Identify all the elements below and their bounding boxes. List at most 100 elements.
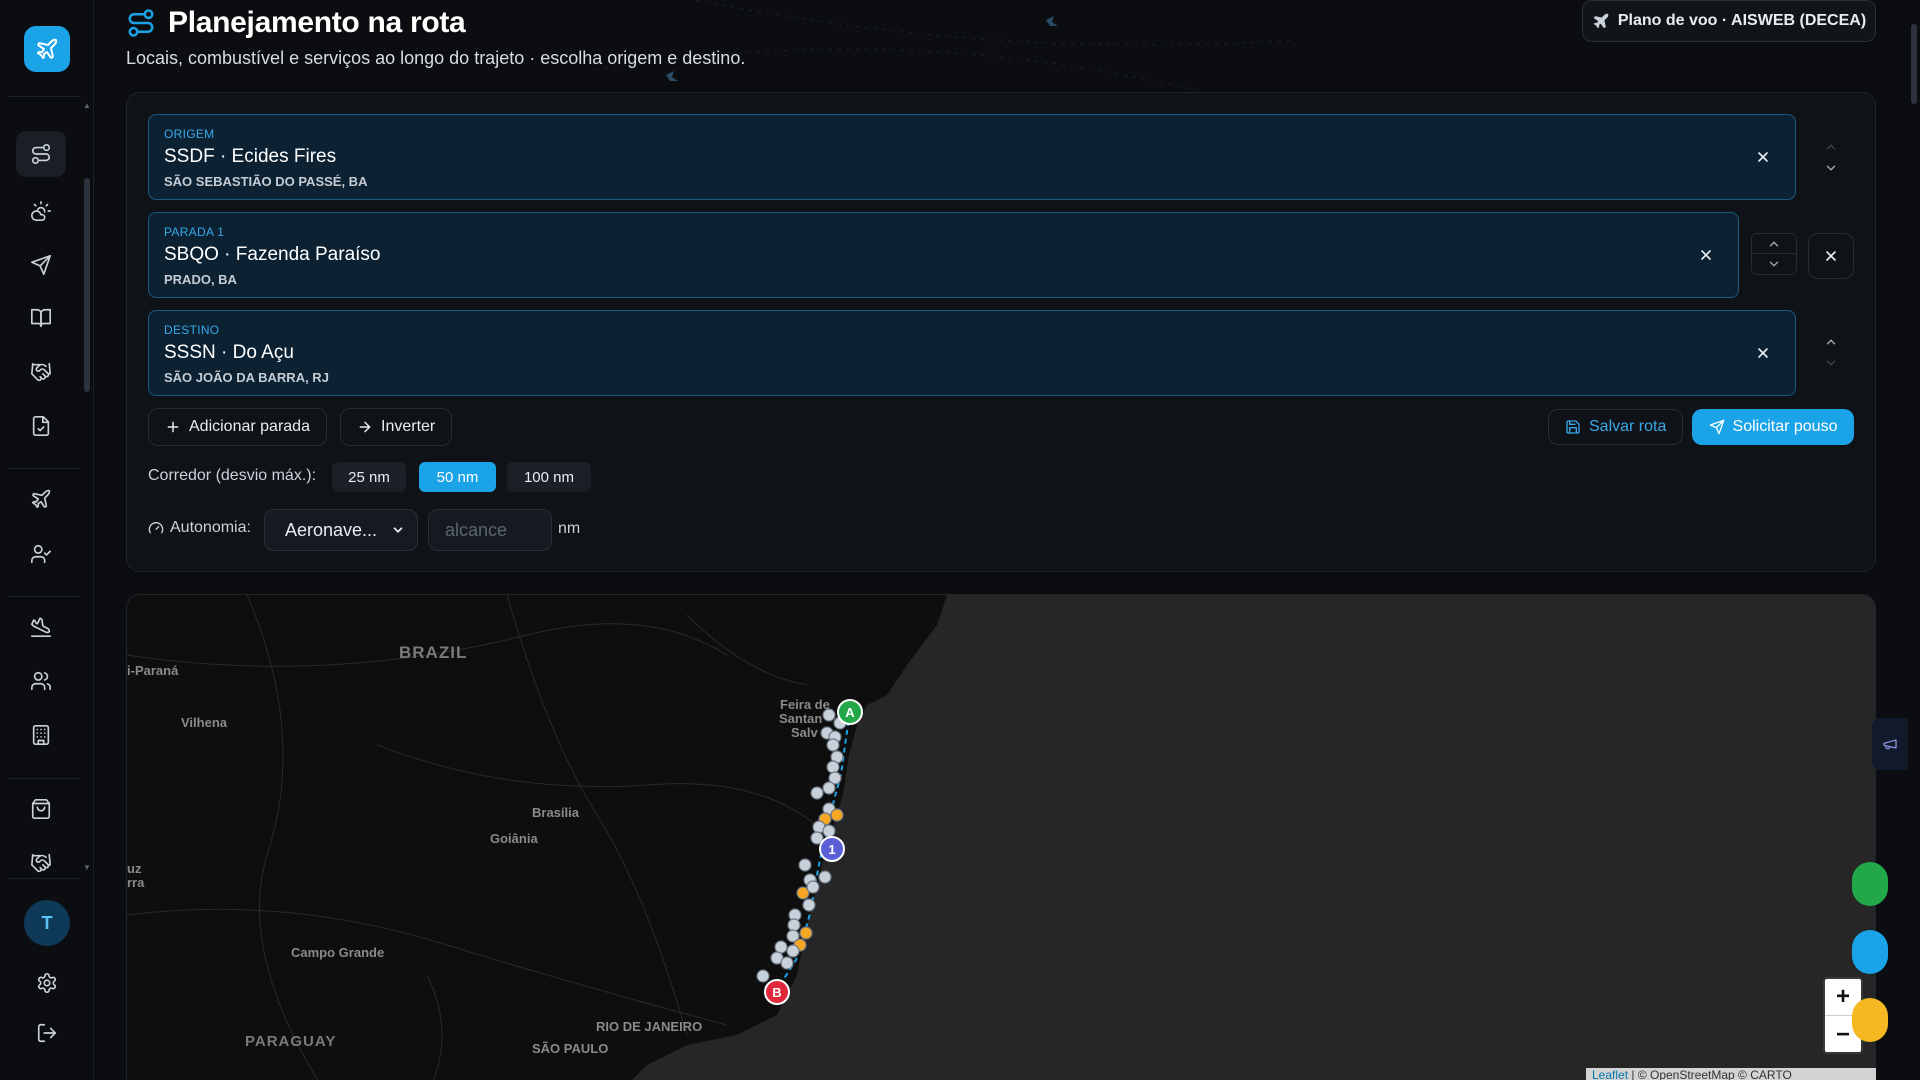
- autonomy-label: Autonomia:: [170, 519, 251, 536]
- reorder-controls-destination: [1808, 331, 1854, 373]
- fuel-point: [830, 808, 844, 822]
- corridor-option-25[interactable]: 25 nm: [332, 462, 406, 492]
- stop-city: SÃO SEBASTIÃO DO PASSÉ, BA: [164, 174, 368, 189]
- move-down-button[interactable]: [1808, 352, 1854, 373]
- place-point: [810, 786, 824, 800]
- feedback-tab[interactable]: [1872, 718, 1908, 770]
- move-down-button[interactable]: [1808, 157, 1854, 178]
- save-icon: [1566, 420, 1580, 434]
- stop-city: PRADO, BA: [164, 272, 237, 287]
- add-stop-button[interactable]: Adicionar parada: [148, 408, 327, 446]
- stop-name: SBQO · Fazenda Paraíso: [164, 244, 381, 265]
- sidebar-item-partners[interactable]: [16, 349, 66, 395]
- save-route-button[interactable]: Salvar rota: [1548, 409, 1684, 445]
- clear-stop-button[interactable]: [1696, 245, 1716, 265]
- close-icon: [1701, 250, 1711, 260]
- move-up-button[interactable]: [1808, 136, 1854, 157]
- place-point: [756, 969, 770, 983]
- sidebar-scroll-down[interactable]: ▼: [82, 864, 92, 872]
- gauge-icon: [148, 522, 164, 534]
- sidebar-item-send[interactable]: [16, 242, 66, 288]
- chevron-down-icon: [1826, 165, 1836, 171]
- place-point: [826, 738, 840, 752]
- sidebar: ▲ ▼ T: [0, 0, 94, 1080]
- flight-plan-aisweb-button[interactable]: Plano de voo · AISWEB (DECEA): [1582, 0, 1876, 42]
- sidebar-item-weather[interactable]: [16, 188, 66, 234]
- place-point: [822, 708, 836, 722]
- stop-name: SSSN · Do Açu: [164, 342, 294, 363]
- sidebar-item-logout[interactable]: [22, 1010, 72, 1056]
- sidebar-item-partnerships[interactable]: [16, 840, 66, 886]
- attribution-text: | © OpenStreetMap © CARTO: [1628, 1068, 1792, 1080]
- corridor-option-50[interactable]: 50 nm: [419, 462, 496, 492]
- move-up-button[interactable]: [1808, 331, 1854, 352]
- floating-action-blue[interactable]: [1852, 930, 1888, 974]
- marker-origin-label: A: [845, 705, 855, 720]
- marker-destination-label: B: [772, 985, 782, 1000]
- remove-stop-button[interactable]: [1808, 233, 1854, 279]
- route-map[interactable]: BRAZIL i-Paraná Vilhena Feira de Santan …: [126, 594, 1876, 1080]
- sidebar-divider: [8, 468, 80, 469]
- sidebar-item-logbook[interactable]: [16, 295, 66, 341]
- stop-city: SÃO JOÃO DA BARRA, RJ: [164, 370, 329, 385]
- marker-stop-label: 1: [828, 842, 836, 857]
- plus-icon: [167, 421, 179, 433]
- move-up-button[interactable]: [1752, 234, 1796, 255]
- sidebar-item-aircraft[interactable]: [16, 476, 66, 522]
- aircraft-select[interactable]: Aeronave...: [264, 509, 418, 551]
- sidebar-item-documents[interactable]: [16, 403, 66, 449]
- move-down-button[interactable]: [1752, 254, 1796, 274]
- place-point: [826, 760, 840, 774]
- floating-action-yellow[interactable]: [1852, 998, 1888, 1042]
- sidebar-scroll-up[interactable]: ▲: [82, 102, 92, 110]
- sidebar-scrollbar[interactable]: [84, 178, 90, 392]
- sidebar-item-route-planning[interactable]: [16, 131, 66, 177]
- save-route-label: Salvar rota: [1589, 418, 1667, 435]
- route-stop-destination[interactable]: DESTINO SSSN · Do Açu SÃO JOÃO DA BARRA,…: [148, 310, 1796, 396]
- page-scrollbar[interactable]: [1908, 0, 1920, 1080]
- leaflet-link[interactable]: Leaflet: [1592, 1068, 1628, 1080]
- place-point: [780, 956, 794, 970]
- floating-action-green[interactable]: [1852, 862, 1888, 906]
- chevron-down-icon: [1769, 261, 1779, 267]
- close-icon: [1758, 348, 1768, 358]
- book-open-icon: [31, 308, 51, 328]
- user-avatar[interactable]: T: [24, 900, 70, 946]
- invert-route-button[interactable]: Inverter: [340, 408, 453, 446]
- plane-icon: [31, 489, 51, 509]
- stop-type-label: DESTINO: [164, 323, 220, 337]
- handshake-icon: [31, 853, 51, 873]
- building-icon: [32, 725, 50, 745]
- sidebar-item-users[interactable]: [16, 658, 66, 704]
- arrow-right-icon: [359, 421, 371, 433]
- users-icon: [31, 671, 51, 691]
- megaphone-icon: [1883, 739, 1897, 750]
- range-input[interactable]: [428, 509, 552, 551]
- add-stop-label: Adicionar parada: [189, 418, 310, 435]
- request-landing-button[interactable]: Solicitar pouso: [1692, 409, 1854, 445]
- sidebar-item-store[interactable]: [16, 786, 66, 832]
- chevron-up-icon: [1769, 240, 1779, 246]
- route-stop-origin[interactable]: ORIGEM SSDF · Ecides Fires SÃO SEBASTIÃO…: [148, 114, 1796, 200]
- sun-cloud-icon: [31, 201, 51, 221]
- stop-name: SSDF · Ecides Fires: [164, 146, 337, 167]
- sidebar-item-landings[interactable]: [16, 604, 66, 650]
- file-check-icon: [32, 416, 50, 436]
- page-subtitle: Locais, combustível e serviços ao longo …: [126, 48, 746, 68]
- app-logo[interactable]: [24, 26, 70, 72]
- map-points-layer: [756, 699, 863, 1005]
- corridor-option-100[interactable]: 100 nm: [507, 462, 591, 492]
- sidebar-item-pilots[interactable]: [16, 531, 66, 577]
- clear-stop-button[interactable]: [1753, 343, 1773, 363]
- page-title: Planejamento na rota: [168, 6, 466, 39]
- place-point: [798, 858, 812, 872]
- sidebar-divider: [8, 596, 80, 597]
- close-icon: [1826, 251, 1836, 261]
- sidebar-item-settings[interactable]: [22, 960, 72, 1006]
- clear-stop-button[interactable]: [1753, 147, 1773, 167]
- stop-type-label: ORIGEM: [164, 127, 215, 141]
- place-point: [822, 781, 836, 795]
- route-stop-1[interactable]: PARADA 1 SBQO · Fazenda Paraíso PRADO, B…: [148, 212, 1739, 298]
- autonomy-label-wrap: Autonomia:: [148, 519, 251, 537]
- sidebar-item-companies[interactable]: [16, 712, 66, 758]
